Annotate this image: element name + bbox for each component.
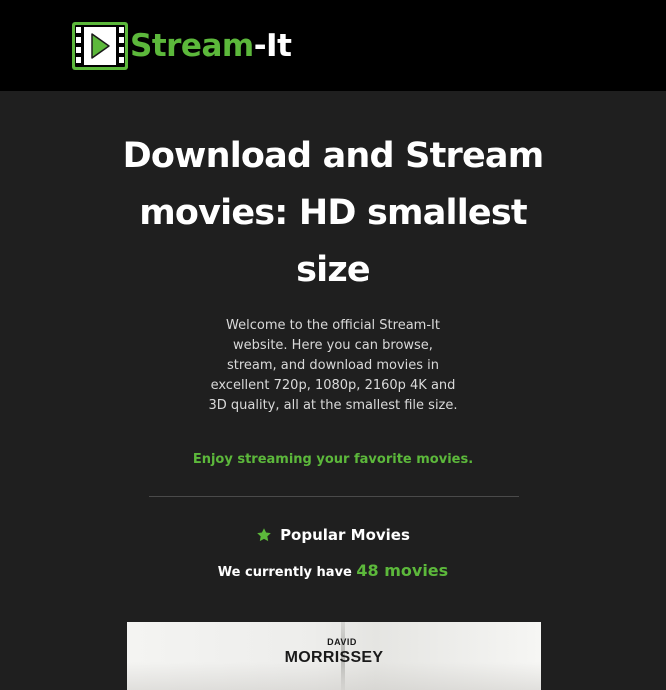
logo-word-stream: Stream — [130, 28, 254, 64]
poster-actor-last-name: MORRISSEY — [284, 649, 384, 666]
movie-count-line: We currently have 48 movies — [120, 558, 546, 586]
intro-text: Welcome to the official Stream-It websit… — [208, 318, 458, 413]
poster-actor-first-name: DAVID — [327, 637, 357, 647]
section-divider — [149, 496, 519, 497]
movie-count-value: 48 movies — [356, 561, 449, 580]
logo-word-it: -It — [253, 28, 292, 64]
logo-text: Stream-It — [130, 22, 292, 70]
film-play-icon — [72, 22, 128, 70]
movie-poster[interactable]: DAVID MORRISSEY — [127, 622, 541, 690]
site-header: Stream-It — [0, 0, 666, 91]
popular-movies-heading: Popular Movies — [120, 524, 546, 546]
movie-count-prefix: We currently have — [217, 565, 352, 580]
hero-title: Download and Stream movies: HD smallest … — [122, 136, 545, 290]
site-logo[interactable]: Stream-It — [72, 22, 292, 70]
popular-movies-label: Popular Movies — [280, 526, 410, 544]
star-icon — [257, 528, 271, 542]
tagline: Enjoy streaming your favorite movies. — [192, 452, 474, 467]
